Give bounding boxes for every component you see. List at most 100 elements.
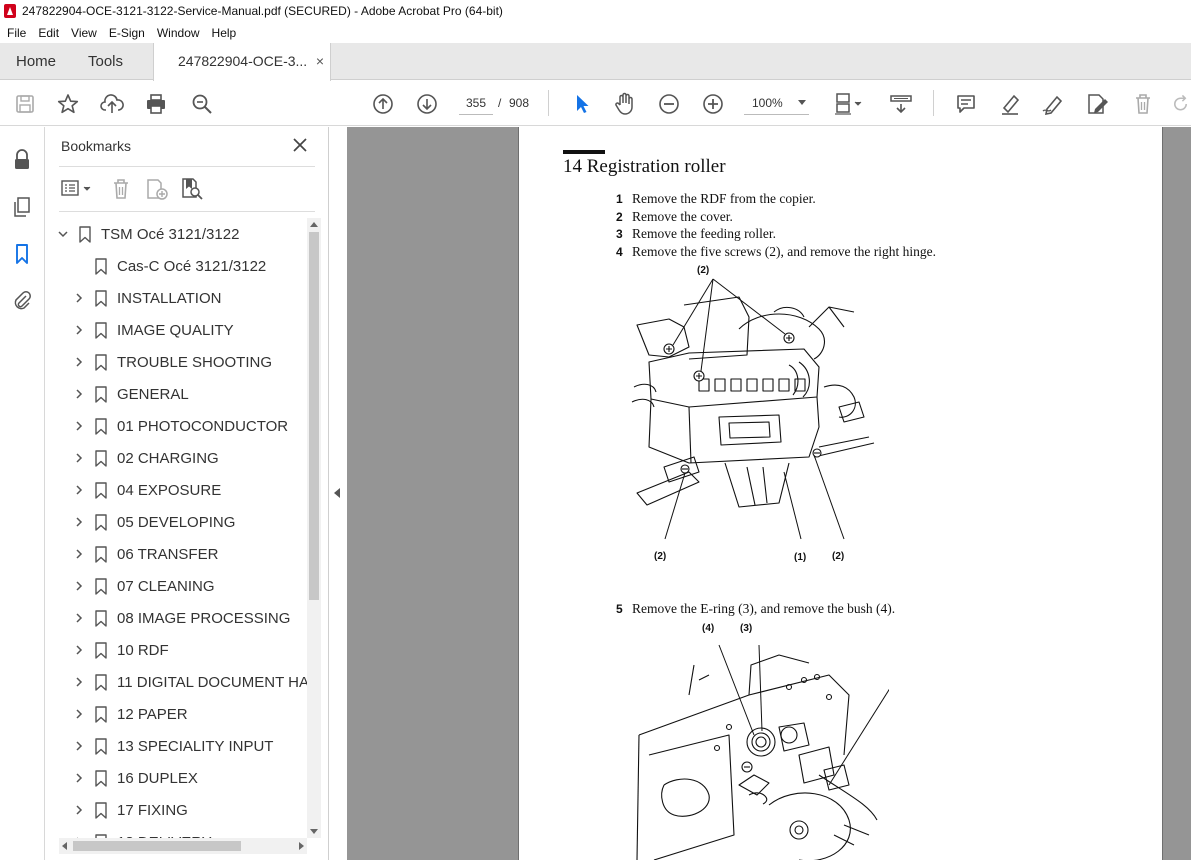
horizontal-scrollbar[interactable] — [59, 838, 307, 854]
bookmark-item[interactable]: 06 TRANSFER — [45, 538, 307, 570]
zoom-value: 100% — [752, 96, 783, 110]
rotate-icon[interactable] — [1170, 81, 1191, 126]
menu-help[interactable]: Help — [206, 26, 243, 40]
chevron-right-icon[interactable] — [73, 548, 85, 560]
hinge-screws-figure — [631, 278, 875, 540]
chevron-right-icon[interactable] — [73, 644, 85, 656]
scrollbar-thumb[interactable] — [309, 232, 319, 600]
chevron-right-icon[interactable] — [73, 484, 85, 496]
bookmark-item[interactable]: GENERAL — [45, 378, 307, 410]
delete-bookmark-icon[interactable] — [111, 178, 133, 200]
bookmark-item[interactable]: 17 FIXING — [45, 794, 307, 826]
comment-icon[interactable] — [953, 81, 979, 126]
bookmark-icon — [79, 225, 91, 243]
chevron-right-icon[interactable] — [73, 356, 85, 368]
bookmark-icon — [95, 481, 107, 499]
vertical-scrollbar[interactable] — [307, 218, 321, 838]
lock-icon[interactable] — [10, 148, 34, 172]
tab-home[interactable]: Home — [16, 43, 56, 80]
bookmark-item[interactable]: 07 CLEANING — [45, 570, 307, 602]
bookmark-icon — [95, 257, 107, 275]
bookmark-item[interactable]: 08 IMAGE PROCESSING — [45, 602, 307, 634]
bookmark-item[interactable]: 12 PAPER — [45, 698, 307, 730]
chevron-right-icon[interactable] — [73, 708, 85, 720]
chevron-right-icon[interactable] — [73, 740, 85, 752]
star-icon[interactable] — [55, 81, 81, 126]
previous-page-icon[interactable] — [370, 81, 396, 126]
bookmark-options-icon[interactable] — [61, 178, 95, 200]
bookmark-item[interactable]: 10 RDF — [45, 634, 307, 666]
upload-cloud-icon[interactable] — [99, 81, 125, 126]
tab-document[interactable]: 247822904-OCE-3... × — [153, 43, 331, 81]
bookmark-panel-icon[interactable] — [10, 242, 34, 266]
close-icon[interactable] — [292, 137, 308, 153]
menu-window[interactable]: Window — [151, 26, 206, 40]
pages-thumbnails-icon[interactable] — [10, 195, 34, 219]
find-bookmark-icon[interactable] — [180, 177, 204, 201]
scroll-left-arrow-icon[interactable] — [62, 842, 67, 850]
hand-tool-icon[interactable] — [612, 81, 638, 126]
callout-label: (2) — [697, 265, 710, 276]
bookmark-item[interactable]: TROUBLE SHOOTING — [45, 346, 307, 378]
bookmark-icon — [95, 449, 107, 467]
bookmark-item[interactable]: 05 DEVELOPING — [45, 506, 307, 538]
zoom-out-icon[interactable] — [656, 81, 682, 126]
chevron-right-icon[interactable] — [73, 772, 85, 784]
tab-close-button[interactable]: × — [316, 43, 324, 80]
new-bookmark-icon[interactable] — [145, 178, 169, 200]
chevron-right-icon[interactable] — [73, 516, 85, 528]
zoom-search-icon[interactable] — [189, 81, 215, 126]
bookmark-item[interactable]: 16 DUPLEX — [45, 762, 307, 794]
menu-file[interactable]: File — [0, 26, 32, 40]
scroll-up-arrow-icon[interactable] — [310, 222, 318, 227]
bookmark-item[interactable]: 02 CHARGING — [45, 442, 307, 474]
chevron-right-icon[interactable] — [73, 388, 85, 400]
bookmark-icon — [95, 545, 107, 563]
chevron-right-icon[interactable] — [73, 676, 85, 688]
print-icon[interactable] — [143, 81, 169, 126]
bookmark-item[interactable]: INSTALLATION — [45, 282, 307, 314]
bookmark-item[interactable]: IMAGE QUALITY — [45, 314, 307, 346]
zoom-level-select[interactable]: 100% — [744, 91, 809, 115]
scrollbar-thumb[interactable] — [73, 841, 241, 851]
bookmark-item[interactable]: 11 DIGITAL DOCUMENT HAN — [45, 666, 307, 698]
chevron-down-icon[interactable] — [57, 228, 69, 240]
menu-edit[interactable]: Edit — [32, 26, 65, 40]
bookmark-icon — [95, 705, 107, 723]
select-cursor-icon[interactable] — [570, 81, 594, 126]
zoom-in-icon[interactable] — [700, 81, 726, 126]
edit-pdf-icon[interactable] — [1084, 81, 1110, 126]
scroll-mode-icon[interactable] — [887, 81, 915, 126]
save-icon[interactable] — [12, 81, 38, 126]
scroll-down-arrow-icon[interactable] — [310, 829, 318, 834]
page-number-input[interactable] — [459, 91, 493, 115]
panel-collapse-handle[interactable] — [329, 127, 347, 860]
bookmark-item[interactable]: TSM Océ 3121/3122 — [45, 218, 307, 250]
document-view[interactable]: 14 Registration roller 1 Remove the RDF … — [347, 127, 1191, 860]
highlight-pen-icon[interactable] — [997, 81, 1023, 126]
menu-esign[interactable]: E-Sign — [103, 26, 151, 40]
bookmark-label: TROUBLE SHOOTING — [117, 353, 273, 371]
menu-view[interactable]: View — [65, 26, 103, 40]
bookmark-item[interactable]: Cas-C Océ 3121/3122 — [45, 250, 307, 282]
chevron-right-icon[interactable] — [73, 452, 85, 464]
trash-icon[interactable] — [1130, 81, 1156, 126]
bookmark-item[interactable]: 13 SPECIALITY INPUT — [45, 730, 307, 762]
bookmark-item[interactable]: 01 PHOTOCONDUCTOR — [45, 410, 307, 442]
scroll-right-arrow-icon[interactable] — [299, 842, 304, 850]
attachment-paperclip-icon[interactable] — [10, 288, 34, 312]
chevron-right-icon[interactable] — [73, 804, 85, 816]
page-display-icon[interactable] — [832, 81, 866, 126]
bookmark-item[interactable]: 04 EXPOSURE — [45, 474, 307, 506]
bookmark-item[interactable]: 18 DELIVERY — [45, 826, 307, 838]
callout-label: (2) — [654, 551, 667, 562]
chevron-right-icon[interactable] — [73, 580, 85, 592]
tab-tools[interactable]: Tools — [88, 43, 123, 80]
chevron-right-icon[interactable] — [73, 324, 85, 336]
sign-pen-icon[interactable] — [1040, 81, 1066, 126]
bookmark-icon — [95, 417, 107, 435]
next-page-icon[interactable] — [414, 81, 440, 126]
chevron-right-icon[interactable] — [73, 292, 85, 304]
chevron-right-icon[interactable] — [73, 612, 85, 624]
chevron-right-icon[interactable] — [73, 420, 85, 432]
